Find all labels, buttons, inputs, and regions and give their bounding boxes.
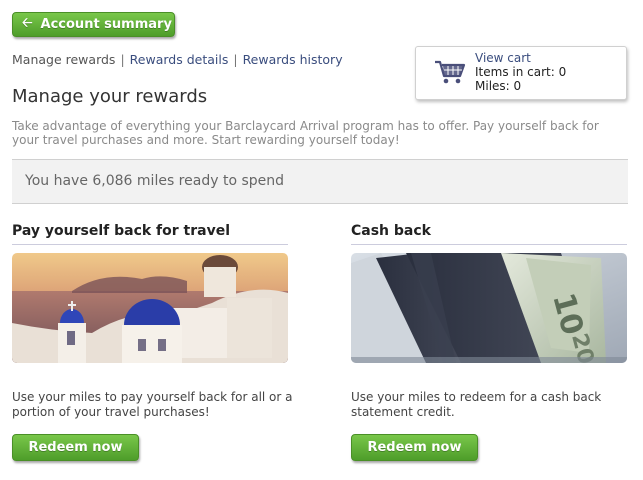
cart-summary: View cart Items in cart: 0 Miles: 0 <box>475 51 566 93</box>
intro-text: Take advantage of everything your Barcla… <box>12 119 599 147</box>
cart-widget[interactable]: View cart Items in cart: 0 Miles: 0 <box>415 46 627 100</box>
miles-ready-banner: You have 6,086 miles ready to spend <box>12 159 628 204</box>
wallet-cash-image: 10 20 <box>351 253 627 363</box>
cash-back-redeem-button[interactable]: Redeem now <box>351 434 478 461</box>
rewards-subnav: Manage rewards | Rewards details | Rewards h… <box>12 52 343 67</box>
subnav-manage-rewards: Manage rewards <box>12 52 116 67</box>
cash-back-card-title: Cash back <box>351 223 627 245</box>
subnav-separator: | <box>120 52 125 67</box>
shopping-cart-icon <box>435 60 466 84</box>
cart-miles-count: Miles: 0 <box>475 79 522 93</box>
account-summary-button[interactable]: 🡠 Account summary <box>12 12 175 37</box>
travel-card-title: Pay yourself back for travel <box>12 223 288 245</box>
miles-ready-text: You have 6,086 miles ready to spend <box>25 173 285 189</box>
arrow-left-icon: 🡠 <box>22 15 33 31</box>
travel-card-description: Use your miles to pay yourself back for … <box>12 390 293 419</box>
account-summary-label: Account summary <box>40 17 172 32</box>
subnav-separator: | <box>233 52 238 67</box>
subnav-rewards-details-link[interactable]: Rewards details <box>130 52 229 67</box>
santorini-travel-image <box>12 253 288 363</box>
cart-items-count: Items in cart: 0 <box>475 65 567 79</box>
cash-back-card-description: Use your miles to redeem for a cash back… <box>351 390 602 419</box>
subnav-rewards-history-link[interactable]: Rewards history <box>243 52 343 67</box>
travel-redeem-button[interactable]: Redeem now <box>12 434 139 461</box>
page-title: Manage your rewards <box>12 86 208 107</box>
view-cart-link[interactable]: View cart <box>475 51 566 65</box>
